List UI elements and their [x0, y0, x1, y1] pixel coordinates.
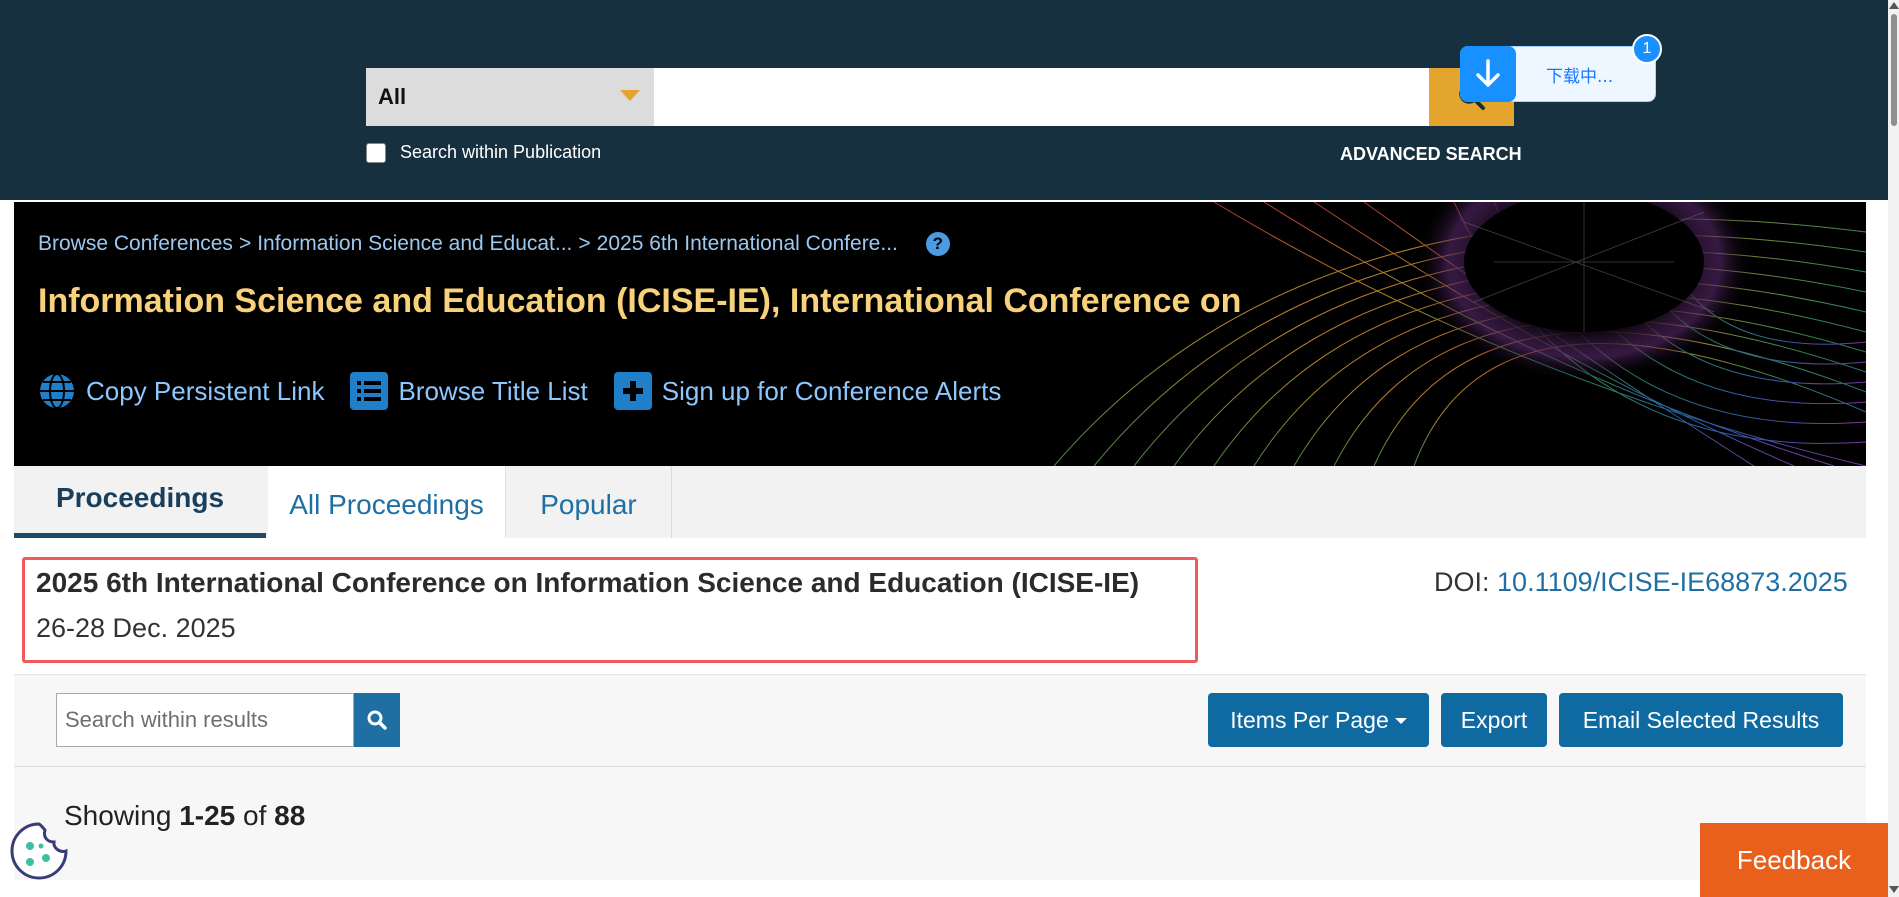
download-count-badge: 1	[1632, 34, 1662, 64]
advanced-search-link[interactable]: ADVANCED SEARCH	[1340, 144, 1522, 165]
breadcrumb-current-conference[interactable]: 2025 6th International Confere...	[597, 232, 898, 256]
search-results-button[interactable]	[354, 693, 400, 747]
export-button[interactable]: Export	[1441, 693, 1547, 747]
download-icon	[1460, 45, 1516, 102]
breadcrumb-separator: >	[578, 232, 591, 255]
breadcrumb-browse-conferences[interactable]: Browse Conferences	[38, 232, 233, 256]
help-icon[interactable]: ?	[925, 232, 950, 256]
doi-link[interactable]: 10.1109/ICISE-IE68873.2025	[1497, 567, 1848, 597]
results-count: Showing 1-25 of 88	[64, 800, 305, 832]
results-total: 88	[274, 800, 306, 831]
results-of-label: of	[243, 800, 267, 831]
caret-down-icon	[1394, 718, 1407, 724]
items-per-page-button[interactable]: Items Per Page	[1208, 693, 1429, 747]
results-range: 1-25	[179, 800, 236, 831]
plus-icon	[613, 372, 652, 410]
email-selected-results-button[interactable]: Email Selected Results	[1559, 693, 1843, 747]
banner-actions: Copy Persistent Link Browse Title List S…	[38, 372, 1027, 410]
copy-persistent-link-button[interactable]: Copy Persistent Link	[38, 372, 324, 410]
search-within-label: Search within Publication	[400, 142, 602, 162]
cookie-settings-icon[interactable]	[8, 820, 70, 882]
globe-icon	[40, 373, 74, 409]
breadcrumb: Browse Conferences > Information Science…	[38, 232, 950, 256]
proceeding-title: 2025 6th International Conference on Inf…	[36, 567, 1140, 598]
tab-proceedings[interactable]: Proceedings	[14, 466, 266, 538]
doi-label: DOI:	[1434, 567, 1490, 597]
search-input[interactable]	[654, 68, 1429, 126]
search-scope-select[interactable]: All	[366, 68, 654, 126]
search-within-publication: Search within Publication	[366, 142, 601, 163]
download-widget[interactable]: 下载中...	[1460, 45, 1656, 102]
results-showing-label: Showing	[64, 800, 172, 831]
scrollbar-track[interactable]	[1888, 0, 1899, 897]
tabs-bar: Proceedings All Proceedings Popular	[14, 466, 1866, 538]
tab-all-proceedings-label: All Proceedings	[289, 489, 484, 520]
list-icon	[350, 372, 389, 410]
tab-all-proceedings[interactable]: All Proceedings	[268, 466, 506, 538]
breadcrumb-conference-series[interactable]: Information Science and Educat...	[257, 232, 572, 256]
tab-popular-label: Popular	[540, 489, 637, 520]
breadcrumb-separator: >	[238, 232, 252, 255]
search-scope-value: All	[378, 84, 407, 109]
copy-persistent-link-label: Copy Persistent Link	[86, 375, 325, 406]
download-status: 下载中...	[1546, 66, 1614, 87]
proceeding-date: 26-28 Dec. 2025	[36, 613, 236, 643]
scrollbar-thumb[interactable]	[1891, 14, 1897, 126]
browse-title-list-label: Browse Title List	[398, 375, 588, 406]
search-row: All	[366, 68, 1514, 126]
conference-title: Information Science and Education (ICISE…	[38, 282, 1242, 320]
search-icon	[367, 710, 387, 730]
search-within-checkbox[interactable]	[366, 142, 386, 163]
toolbar-divider	[14, 766, 1866, 767]
doi: DOI: 10.1109/ICISE-IE68873.2025	[1434, 567, 1848, 598]
feedback-button[interactable]: Feedback	[1700, 823, 1888, 897]
search-within-results-input[interactable]	[56, 693, 354, 747]
conference-banner: Browse Conferences > Information Science…	[14, 202, 1866, 466]
tab-popular[interactable]: Popular	[506, 466, 672, 538]
browse-title-list-button[interactable]: Browse Title List	[350, 372, 588, 410]
tab-proceedings-label: Proceedings	[55, 481, 225, 513]
scroll-up-icon[interactable]	[1889, 2, 1899, 9]
caret-down-icon	[620, 89, 640, 101]
conference-alerts-label: Sign up for Conference Alerts	[661, 375, 1002, 406]
items-per-page-label: Items Per Page	[1230, 706, 1389, 733]
conference-alerts-button[interactable]: Sign up for Conference Alerts	[613, 372, 1002, 410]
scroll-down-icon[interactable]	[1889, 886, 1899, 893]
